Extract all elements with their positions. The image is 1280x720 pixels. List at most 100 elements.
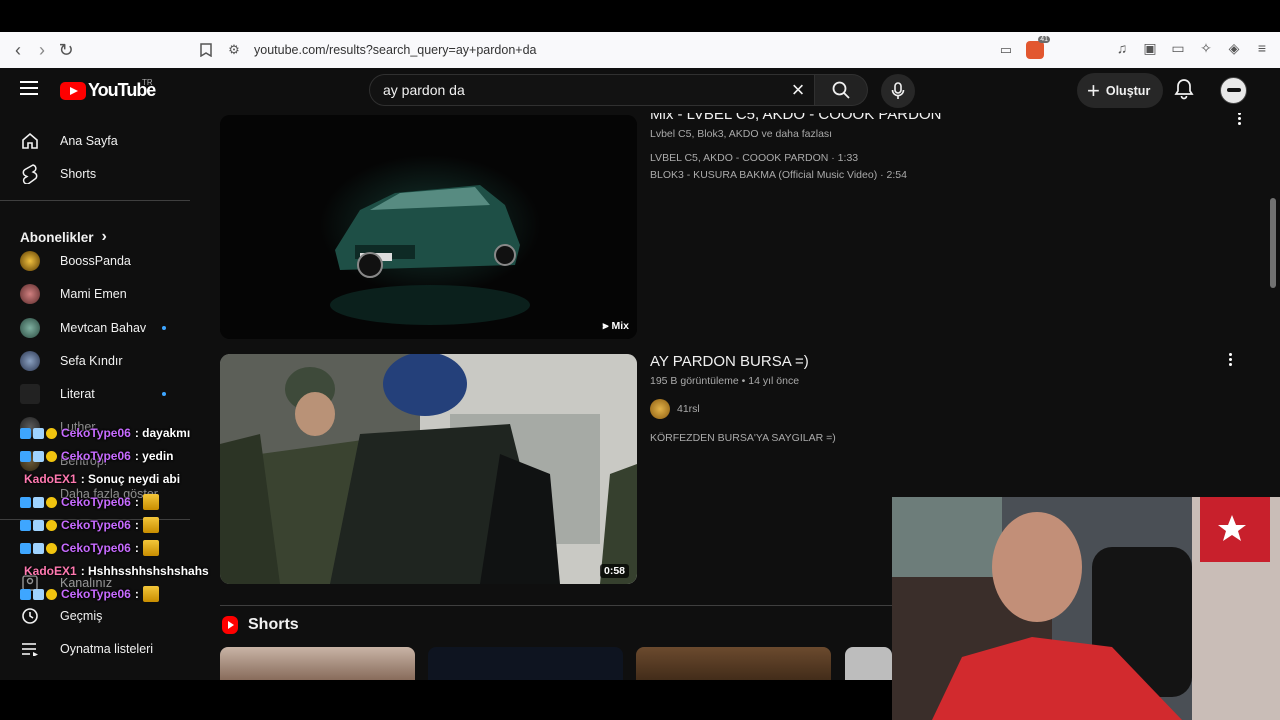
create-button[interactable]: + Oluştur: [1077, 73, 1163, 108]
channel-name[interactable]: 41rsl: [677, 403, 700, 415]
chat-badges: [20, 588, 57, 600]
chat-badges: [20, 542, 57, 554]
chat-message: CekoType06 :: [20, 538, 159, 558]
youtube-play-icon: [60, 81, 86, 100]
chat-message: KadoEX1 : Hshhsshhshshshahs: [24, 561, 209, 581]
video-description: KÖRFEZDEN BURSA'YA SAYGILAR =): [650, 432, 836, 444]
screen-top-bar: [0, 0, 1280, 32]
chat-badges: [20, 496, 57, 508]
subscription-item[interactable]: Mevtcan Bahav: [0, 313, 200, 343]
vpn-shield-icon[interactable]: ◈: [1226, 40, 1242, 56]
cast-icon[interactable]: ▭: [1000, 42, 1012, 58]
country-code: TR: [142, 78, 153, 87]
playlist-icon: [20, 639, 40, 659]
video-meta: 195 B görüntüleme • 14 yıl önce: [650, 375, 800, 387]
mix-channels: Lvbel C5, Blok3, AKDO ve daha fazlası: [650, 128, 833, 140]
chevron-right-icon: ›: [101, 228, 107, 245]
new-content-dot: [162, 326, 166, 330]
chat-message: CekoType06 : dayakmı: [20, 423, 190, 443]
guide-menu-icon[interactable]: [20, 81, 38, 95]
mix-track[interactable]: LVBEL C5, AKDO - COOOK PARDON · 1:33: [650, 152, 858, 164]
soldiers-thumbnail-image: [220, 354, 637, 584]
chat-badges: [20, 427, 57, 439]
bookmark-icon[interactable]: [194, 38, 218, 62]
subscriptions-title: Abonelikler: [20, 229, 94, 245]
youtube-logo[interactable]: YouTube TR: [60, 78, 156, 101]
sidebar-label: Geçmiş: [60, 609, 103, 623]
back-icon[interactable]: ‹: [6, 38, 30, 62]
reload-icon[interactable]: ↻: [54, 38, 78, 62]
search-input[interactable]: [383, 82, 763, 98]
video-thumbnail[interactable]: 0:58: [220, 354, 637, 584]
wallet-icon[interactable]: ▭: [1170, 40, 1186, 56]
brave-shields-icon[interactable]: 41: [1026, 36, 1050, 59]
video-thumbnail[interactable]: ⫸ Mix: [220, 115, 637, 339]
more-actions-icon[interactable]: [1220, 349, 1240, 369]
subscription-name: Sefa Kındır: [60, 354, 123, 368]
chat-emote: [142, 540, 159, 556]
notifications-bell-icon[interactable]: [1174, 78, 1198, 102]
chat-text: :: [134, 587, 139, 601]
channel-avatar: [20, 251, 40, 271]
subscription-item[interactable]: Literat: [0, 379, 200, 409]
browser-toolbar: ‹ › ↻ ⚙ youtube.com/results?search_query…: [0, 32, 1280, 68]
site-settings-icon[interactable]: ⚙: [222, 42, 246, 58]
mix-track[interactable]: BLOK3 - KUSURA BAKMA (Official Music Vid…: [650, 169, 907, 181]
short-thumbnail[interactable]: [845, 647, 892, 680]
subscription-name: BoossPanda: [60, 254, 131, 268]
shorts-title: Shorts: [248, 616, 299, 633]
shorts-icon: [20, 164, 40, 184]
chat-text: :: [134, 518, 139, 532]
car-thumbnail-image: [220, 115, 637, 339]
subscription-item[interactable]: Sefa Kındır: [0, 346, 200, 376]
sidebar-label: Shorts: [60, 167, 97, 181]
address-bar[interactable]: ⚙ youtube.com/results?search_query=ay+pa…: [222, 36, 1050, 64]
subscription-item[interactable]: BoossPanda: [0, 246, 200, 276]
chat-text: : yedin: [134, 449, 174, 463]
menu-icon[interactable]: ≡: [1254, 40, 1270, 56]
upload-age: 14 yıl önce: [748, 375, 800, 387]
masthead: YouTube TR × + Oluştur: [0, 68, 1280, 113]
sidebar-item-playlists[interactable]: Oynatma listeleri: [0, 634, 200, 664]
sidebar-icon[interactable]: ▣: [1142, 40, 1158, 56]
short-thumbnail[interactable]: [220, 647, 415, 680]
music-icon[interactable]: ♫: [1114, 40, 1130, 56]
subscription-name: Mevtcan Bahav: [60, 321, 147, 335]
subscription-name: Literat: [60, 387, 95, 401]
search-box[interactable]: ×: [369, 74, 815, 106]
sidebar-item-home[interactable]: Ana Sayfa: [0, 126, 200, 156]
home-icon: [20, 131, 40, 151]
forward-icon[interactable]: ›: [30, 38, 54, 62]
chat-username: CekoType06: [61, 449, 131, 463]
sidebar-item-history[interactable]: Geçmiş: [0, 601, 200, 631]
account-avatar[interactable]: [1220, 77, 1247, 104]
microphone-icon: [891, 82, 905, 99]
short-thumbnail[interactable]: [428, 647, 623, 680]
chat-message: CekoType06 :: [20, 515, 159, 535]
duration-badge: 0:58: [599, 564, 629, 578]
channel-avatar: [20, 284, 40, 304]
divider: [220, 605, 892, 606]
voice-search-button[interactable]: [881, 74, 915, 108]
scrollbar-thumb[interactable]: [1270, 198, 1276, 288]
view-count: 195 B görüntüleme: [650, 375, 739, 387]
history-icon: [20, 606, 40, 626]
subscriptions-header[interactable]: Abonelikler ›: [20, 228, 107, 246]
plus-icon: +: [1087, 77, 1100, 103]
channel-avatar[interactable]: [650, 399, 670, 419]
mix-badge: ⫸ Mix: [602, 320, 629, 332]
chat-badges: [20, 519, 57, 531]
clear-search-icon[interactable]: ×: [786, 78, 810, 102]
leo-ai-icon[interactable]: ✧: [1198, 40, 1214, 56]
chat-text: : Hshhsshhshshshahs: [80, 564, 209, 578]
chat-emote: [142, 517, 159, 533]
search-icon: [832, 81, 850, 99]
search-button[interactable]: [815, 74, 868, 106]
short-thumbnail[interactable]: [636, 647, 831, 680]
chat-emote: [142, 586, 159, 602]
shorts-logo-icon: [222, 616, 238, 634]
chat-message: CekoType06 :: [20, 584, 159, 604]
video-title[interactable]: AY PARDON BURSA =): [650, 353, 809, 370]
subscription-item[interactable]: Mami Emen: [0, 279, 200, 309]
sidebar-item-shorts[interactable]: Shorts: [0, 159, 200, 189]
